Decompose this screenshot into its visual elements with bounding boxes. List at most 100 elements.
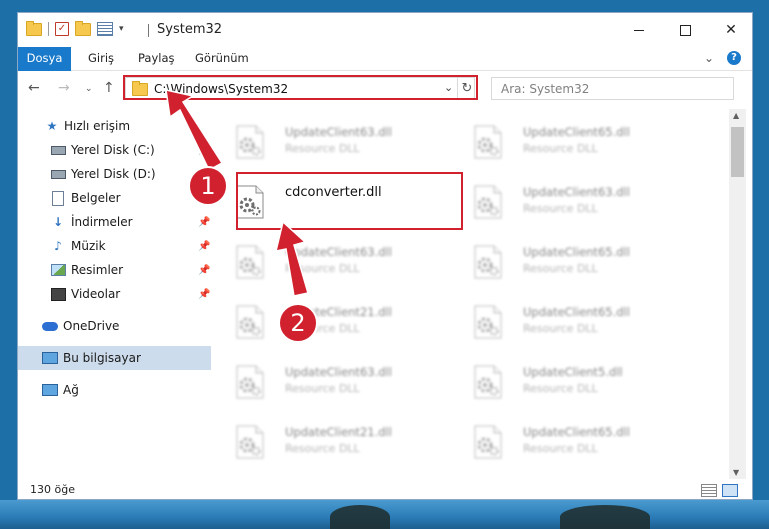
scroll-down-icon[interactable]: ▼ [733, 468, 739, 477]
file-tile[interactable]: UpdateClient65.dll Resource DLL [453, 119, 683, 171]
file-tile[interactable]: UpdateClient21.dll Resource DLL [215, 419, 445, 471]
tiles-view-icon[interactable] [722, 484, 738, 497]
file-list: UpdateClient63.dll Resource DLL UpdateClie… [215, 109, 729, 479]
file-tile[interactable]: UpdateClient21.dll Resource DLL [215, 299, 445, 351]
divider [48, 22, 49, 36]
file-tile[interactable]: UpdateClient65.dll Resource DLL [453, 239, 683, 291]
sidebar-item-pictures[interactable]: Resimler 📌 [18, 258, 211, 282]
maximize-button[interactable] [662, 13, 708, 47]
dll-file-icon [473, 305, 503, 339]
dll-file-icon [473, 185, 503, 219]
drive-icon [50, 143, 66, 157]
star-icon: ★ [46, 119, 58, 133]
search-placeholder[interactable]: Ara: System32 [501, 82, 589, 96]
close-button[interactable]: ✕ [708, 13, 752, 47]
forward-button[interactable]: → [58, 80, 70, 96]
dll-file-icon [235, 125, 265, 159]
sidebar-item-label: Ağ [63, 383, 79, 397]
file-explorer-window: ✓ ▾ System32 ✕ Dosya Giriş Paylaş Görünü… [17, 12, 753, 500]
recent-locations-button[interactable]: ⌄ [85, 84, 93, 94]
address-bar[interactable]: C:\Windows\System32 ⌄ ↻ [125, 77, 475, 100]
pin-icon[interactable]: 📌 [198, 241, 210, 252]
new-folder-icon[interactable] [75, 20, 91, 36]
properties-icon[interactable] [97, 22, 113, 36]
tab-home[interactable]: Giriş [88, 47, 114, 70]
file-name: UpdateClient63.dll [285, 365, 392, 379]
sidebar-item-documents[interactable]: Belgeler 📌 [18, 186, 211, 210]
back-button[interactable]: ← [28, 80, 40, 96]
video-icon [50, 287, 66, 301]
folder-icon [26, 20, 42, 36]
pin-icon[interactable]: 📌 [198, 217, 210, 228]
sidebar-item-label: Belgeler [71, 191, 121, 205]
help-icon[interactable]: ? [727, 51, 741, 65]
minimize-button[interactable] [616, 13, 662, 47]
file-name: UpdateClient65.dll [523, 245, 630, 259]
sidebar-item-videos[interactable]: Videolar 📌 [18, 282, 211, 306]
chevron-down-icon[interactable]: ⌄ [444, 81, 453, 94]
chevron-down-icon[interactable]: ▾ [119, 24, 124, 34]
refresh-button[interactable]: ↻ [457, 78, 476, 99]
file-tile[interactable]: UpdateClient5.dll Resource DLL [453, 359, 683, 411]
sidebar-item-downloads[interactable]: ↓ İndirmeler 📌 [18, 210, 211, 234]
file-type: Resource DLL [523, 202, 598, 215]
search-box[interactable]: Ara: System32 [491, 77, 734, 100]
maximize-icon [679, 24, 691, 36]
sidebar-item-label: İndirmeler [71, 215, 133, 229]
file-name: UpdateClient65.dll [523, 125, 630, 139]
file-name: cdconverter.dll [285, 185, 382, 200]
tab-view[interactable]: Görünüm [195, 47, 249, 70]
dll-file-icon [473, 125, 503, 159]
vertical-scrollbar[interactable]: ▲ ▼ [729, 109, 746, 479]
scroll-thumb[interactable] [731, 127, 744, 177]
file-tile[interactable]: UpdateClient63.dll Resource DLL [453, 179, 683, 231]
file-tile[interactable]: UpdateClient65.dll Resource DLL [453, 419, 683, 471]
file-tile[interactable]: UpdateClient63.dll Resource DLL [215, 119, 445, 171]
scroll-up-icon[interactable]: ▲ [733, 111, 739, 120]
sidebar-item-label: Müzik [71, 239, 106, 253]
dll-file-icon [473, 365, 503, 399]
sidebar-item-this-pc[interactable]: Bu bilgisayar [18, 346, 211, 370]
divider [148, 24, 149, 37]
palm-silhouette [560, 505, 650, 529]
dll-file-icon [235, 365, 265, 399]
sidebar-item-onedrive[interactable]: OneDrive [18, 314, 211, 338]
download-icon: ↓ [52, 215, 64, 229]
file-type: Resource DLL [523, 262, 598, 275]
pin-icon[interactable]: 📌 [198, 265, 210, 276]
file-name: UpdateClient65.dll [523, 305, 630, 319]
sidebar-item-music[interactable]: ♪ Müzik 📌 [18, 234, 211, 258]
computer-icon [42, 351, 58, 365]
file-tile[interactable]: UpdateClient63.dll Resource DLL [215, 239, 445, 291]
properties-check-icon[interactable]: ✓ [55, 22, 69, 36]
step-1-badge: 1 [188, 166, 228, 206]
dll-file-icon [235, 305, 265, 339]
file-tile[interactable]: UpdateClient63.dll Resource DLL [215, 359, 445, 411]
folder-icon [132, 81, 148, 96]
sidebar-item-quick-access[interactable]: ★ Hızlı erişim [18, 114, 211, 138]
step-2-badge: 2 [278, 303, 318, 343]
file-tile-cdconverter[interactable]: cdconverter.dll [215, 179, 445, 231]
sidebar-item-drive-d[interactable]: Yerel Disk (D:) [18, 162, 211, 186]
file-type: Resource DLL [523, 442, 598, 455]
pin-icon[interactable]: 📌 [198, 289, 210, 300]
sidebar-item-label: Hızlı erişim [64, 119, 131, 133]
file-tile[interactable]: UpdateClient65.dll Resource DLL [453, 299, 683, 351]
file-type: Resource DLL [523, 142, 598, 155]
sidebar-item-network[interactable]: Ağ [18, 378, 211, 402]
file-name: UpdateClient65.dll [523, 425, 630, 439]
up-button[interactable]: ↑ [103, 80, 115, 96]
expand-ribbon-icon[interactable]: ⌄ [704, 51, 714, 65]
cloud-icon [42, 319, 58, 333]
palm-silhouette [330, 505, 390, 529]
pin-icon[interactable]: 📌 [198, 145, 210, 156]
tab-share[interactable]: Paylaş [138, 47, 175, 70]
sidebar-item-drive-c[interactable]: Yerel Disk (C:) 📌 [18, 138, 211, 162]
address-path[interactable]: C:\Windows\System32 [154, 82, 288, 96]
quick-access-toolbar: ✓ ▾ [26, 20, 124, 36]
file-name: UpdateClient63.dll [285, 245, 392, 259]
details-view-icon[interactable] [701, 484, 717, 497]
file-name: UpdateClient21.dll [285, 425, 392, 439]
sidebar-item-label: Resimler [71, 263, 124, 277]
file-type: Resource DLL [285, 382, 360, 395]
